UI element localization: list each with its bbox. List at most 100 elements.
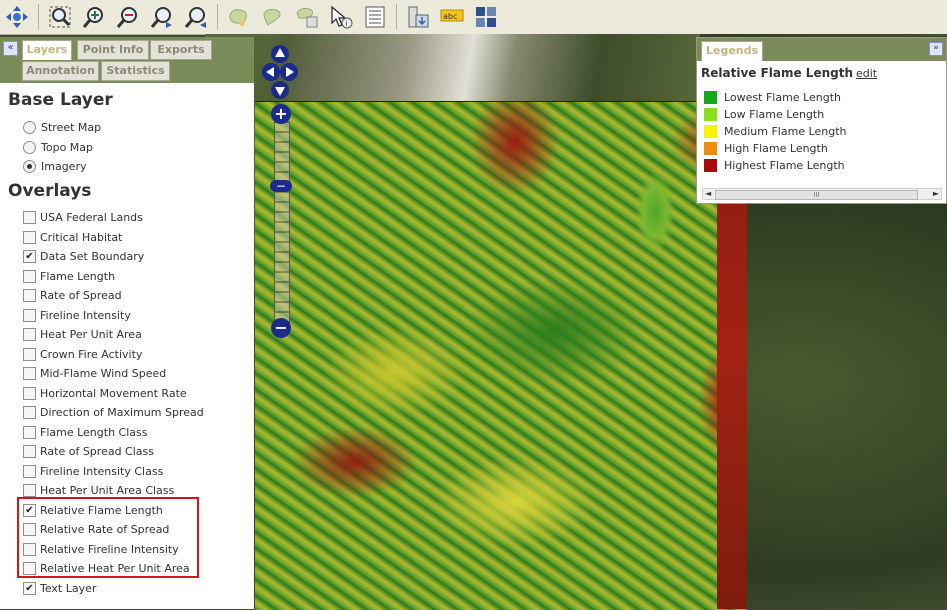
collapse-icon: « bbox=[7, 42, 14, 53]
legend-swatch bbox=[704, 159, 717, 172]
tab-layers[interactable]: Layers bbox=[22, 40, 72, 60]
checkbox-checked[interactable]: ✔ bbox=[23, 250, 36, 263]
legend-swatch bbox=[704, 108, 717, 121]
overlay-item[interactable]: Heat Per Unit Area Class bbox=[23, 484, 174, 497]
overlay-label: Mid-Flame Wind Speed bbox=[40, 367, 167, 380]
overlay-item[interactable]: Direction of Maximum Spread bbox=[23, 406, 204, 419]
export-icon[interactable] bbox=[404, 3, 432, 31]
legend-item: Medium Flame Length bbox=[704, 125, 847, 138]
base-layer-option[interactable]: Street Map bbox=[23, 121, 101, 134]
legend-edit-link[interactable]: edit bbox=[856, 67, 877, 80]
overlay-item[interactable]: ✔ Text Layer bbox=[23, 581, 96, 595]
zoom-next-icon[interactable] bbox=[182, 3, 210, 31]
collapse-panel-button[interactable]: « bbox=[3, 41, 18, 56]
checkbox[interactable] bbox=[23, 425, 36, 439]
toolbar-separator bbox=[217, 4, 218, 30]
highlight-box bbox=[17, 497, 199, 578]
overlay-item[interactable]: Horizontal Movement Rate bbox=[23, 386, 187, 400]
panel-tab-bar: « Layers Point Info Exports Annotation S… bbox=[0, 37, 254, 83]
legend-scrollbar[interactable]: ◄ III ► bbox=[702, 188, 942, 200]
checkbox[interactable] bbox=[23, 230, 36, 244]
tab-legends[interactable]: Legends bbox=[701, 41, 763, 61]
checkbox[interactable] bbox=[23, 484, 36, 497]
radio-button[interactable] bbox=[23, 121, 36, 134]
zoom-out-icon[interactable] bbox=[114, 3, 142, 31]
base-layer-label: Imagery bbox=[41, 160, 87, 173]
zoom-in-button[interactable]: + bbox=[271, 104, 291, 124]
overlay-label: Horizontal Movement Rate bbox=[40, 386, 187, 400]
select-area-icon[interactable] bbox=[225, 3, 253, 31]
checkbox[interactable] bbox=[23, 328, 36, 341]
checkbox[interactable] bbox=[23, 289, 36, 302]
overlay-item[interactable]: Crown Fire Activity bbox=[23, 347, 142, 361]
checkbox[interactable] bbox=[23, 367, 36, 380]
overlay-item[interactable]: ✔ Data Set Boundary bbox=[23, 250, 144, 263]
checkbox[interactable] bbox=[23, 347, 36, 361]
tab-exports[interactable]: Exports bbox=[150, 40, 212, 60]
overlay-label: Heat Per Unit Area Class bbox=[40, 484, 175, 497]
checkbox[interactable] bbox=[23, 269, 36, 283]
tab-annotation[interactable]: Annotation bbox=[22, 61, 99, 81]
scroll-thumb[interactable]: III bbox=[715, 190, 918, 200]
tab-point-info[interactable]: Point Info bbox=[77, 40, 149, 60]
checkbox[interactable] bbox=[23, 386, 36, 400]
layer-panel: « Layers Point Info Exports Annotation S… bbox=[0, 37, 254, 609]
zoom-in-icon[interactable] bbox=[80, 3, 108, 31]
identify-icon[interactable]: i bbox=[327, 3, 355, 31]
table-icon[interactable] bbox=[361, 3, 389, 31]
legend-item: High Flame Length bbox=[704, 142, 828, 155]
legend-swatch bbox=[704, 125, 717, 138]
base-layer-option[interactable]: Imagery bbox=[23, 160, 86, 173]
overlay-item[interactable]: Fireline Intensity bbox=[23, 308, 131, 322]
overlay-item[interactable]: Mid-Flame Wind Speed bbox=[23, 367, 166, 380]
zoom-slider-handle[interactable]: − bbox=[270, 179, 292, 193]
select-table-icon[interactable] bbox=[293, 3, 321, 31]
label-icon[interactable]: abc bbox=[438, 3, 466, 31]
base-layer-label: Street Map bbox=[41, 121, 102, 134]
legend-item: Lowest Flame Length bbox=[704, 91, 841, 104]
overlay-label: Fireline Intensity Class bbox=[40, 464, 164, 478]
legend-item: Low Flame Length bbox=[704, 108, 824, 121]
relative-flame-length-raster bbox=[255, 101, 747, 610]
overlay-item[interactable]: Flame Length Class bbox=[23, 425, 147, 439]
checkbox[interactable] bbox=[23, 464, 36, 478]
overlay-item[interactable]: Heat Per Unit Area bbox=[23, 328, 142, 341]
scroll-right-icon[interactable]: ► bbox=[933, 189, 939, 199]
zoom-extent-icon[interactable] bbox=[46, 3, 74, 31]
legend-swatch bbox=[704, 91, 717, 104]
checkbox-checked[interactable]: ✔ bbox=[23, 581, 36, 595]
zoom-out-button[interactable]: − bbox=[271, 318, 291, 338]
legend-tab-bar: Legends » bbox=[697, 38, 946, 61]
overlay-item[interactable]: Critical Habitat bbox=[23, 230, 122, 244]
checkbox[interactable] bbox=[23, 445, 36, 458]
overlays-heading: Overlays bbox=[8, 181, 92, 201]
toolbar-separator bbox=[396, 4, 397, 30]
checkbox[interactable] bbox=[23, 211, 36, 224]
info-icon[interactable]: i bbox=[472, 3, 500, 31]
label-icon-text: abc bbox=[443, 12, 457, 21]
checkbox[interactable] bbox=[23, 406, 36, 419]
radio-button[interactable] bbox=[23, 140, 36, 154]
overlay-item[interactable]: Fireline Intensity Class bbox=[23, 464, 164, 478]
legend-label: Highest Flame Length bbox=[724, 159, 845, 172]
zoom-track[interactable] bbox=[274, 122, 290, 324]
overlay-item[interactable]: USA Federal Lands bbox=[23, 211, 143, 224]
pan-icon[interactable] bbox=[3, 3, 31, 31]
scroll-left-icon[interactable]: ◄ bbox=[705, 189, 711, 199]
overlay-item[interactable]: Rate of Spread bbox=[23, 289, 122, 302]
overlay-item[interactable]: Flame Length bbox=[23, 269, 115, 283]
base-layer-option[interactable]: Topo Map bbox=[23, 140, 93, 154]
tab-statistics[interactable]: Statistics bbox=[101, 61, 170, 81]
overlay-label: Data Set Boundary bbox=[40, 250, 145, 263]
slider-mark: − bbox=[275, 179, 287, 193]
overlay-item[interactable]: Rate of Spread Class bbox=[23, 445, 154, 458]
checkbox[interactable] bbox=[23, 308, 36, 322]
expand-icon: » bbox=[933, 43, 939, 53]
zoom-previous-icon[interactable] bbox=[148, 3, 176, 31]
select-shape-icon[interactable] bbox=[259, 3, 287, 31]
radio-button[interactable] bbox=[23, 160, 36, 173]
expand-legend-button[interactable]: » bbox=[929, 42, 943, 56]
svg-text:i: i bbox=[484, 14, 487, 25]
legend-label: Medium Flame Length bbox=[724, 125, 847, 138]
toolbar: i abc i bbox=[0, 0, 947, 35]
